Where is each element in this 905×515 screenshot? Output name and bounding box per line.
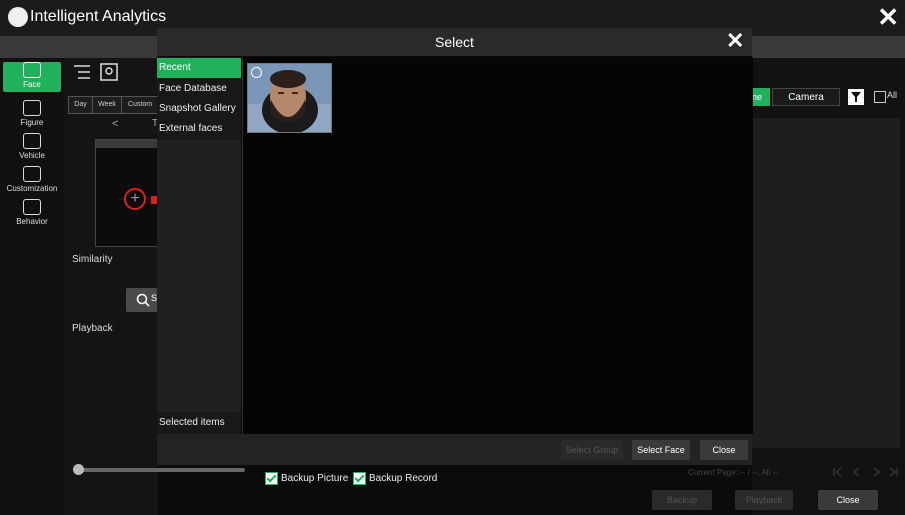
backup-picture-option[interactable]: Backup Picture [265,472,348,485]
nav-behavior[interactable]: Behavior [3,199,61,226]
prev-date-button[interactable]: < [112,118,118,130]
timeline-slider[interactable] [73,464,245,475]
nav-vehicle[interactable]: Vehicle [3,133,61,160]
similarity-label: Similarity [72,254,113,265]
dialog-close-btn[interactable]: Close [700,440,748,460]
nav-customization-label: Customization [6,184,58,193]
face-icon [23,62,41,78]
all-label: All [887,90,898,100]
side-item-external-faces[interactable]: External faces [157,119,241,139]
face-slot-header [96,140,158,148]
filter-button[interactable] [848,89,864,105]
backup-record-option[interactable]: Backup Record [353,472,437,485]
dialog-title: Select [435,34,474,50]
select-group-button[interactable]: Select Group [561,440,623,460]
selected-items-label: Selected items [159,417,225,428]
next-page-icon[interactable] [873,467,881,477]
side-item-snapshot-gallery[interactable]: Snapshot Gallery [157,99,241,119]
nav-figure[interactable]: Figure [3,100,61,127]
backup-button[interactable]: Backup [652,490,712,510]
search-button[interactable]: S [126,288,157,312]
side-item-recent[interactable]: Recent [157,58,241,78]
tab-day[interactable]: Day [68,96,93,114]
list-mode-icon[interactable] [74,65,90,79]
app-logo-icon [8,7,28,27]
left-nav: Face Figure Vehicle Customization Behavi… [0,58,64,515]
selected-list-area [157,140,241,412]
playback-label: Playback [72,323,113,334]
app-close-button[interactable]: ✕ [877,3,899,31]
backup-record-checkbox[interactable] [353,472,366,485]
filter-icon [851,92,861,102]
all-checkbox[interactable] [874,91,886,103]
vehicle-icon [23,133,41,149]
tab-camera[interactable]: Camera [772,88,840,106]
nav-customization[interactable]: Customization [3,166,61,193]
close-button[interactable]: Close [818,490,878,510]
nav-behavior-label: Behavior [16,217,48,226]
prev-page-icon[interactable] [852,467,860,477]
playback-button[interactable]: Playback [735,490,793,510]
nav-vehicle-label: Vehicle [19,151,45,160]
nav-figure-label: Figure [20,118,44,127]
side-item-face-database[interactable]: Face Database [157,79,241,99]
first-page-icon[interactable] [833,467,842,477]
backup-record-label: Backup Record [369,473,438,485]
backup-picture-label: Backup Picture [281,473,349,485]
face-thumbnail[interactable] [247,63,332,133]
search-panel [64,58,158,515]
dialog-close-button[interactable]: ✕ [726,28,744,54]
pagination-controls [833,467,898,477]
nav-face[interactable]: Face [3,62,61,92]
mode-icons [74,63,118,81]
search-icon [136,293,150,307]
tab-time[interactable]: ne [752,88,770,106]
tab-week[interactable]: Week [92,96,122,114]
last-page-icon[interactable] [889,467,898,477]
tab-custom[interactable]: Custom [121,96,159,114]
nav-face-label: Face [23,80,41,89]
select-face-button[interactable]: Select Face [632,440,690,460]
face-mode-icon[interactable] [100,63,118,81]
behavior-icon [23,199,41,215]
page-info: Current Page: -- / --, All -- [688,468,778,477]
results-area [752,118,900,448]
slider-handle[interactable] [73,464,84,475]
add-face-button[interactable]: + [124,188,146,210]
app-title: Intelligent Analytics [30,8,167,25]
figure-icon [23,100,41,116]
backup-picture-checkbox[interactable] [265,472,278,485]
customization-icon [23,166,41,182]
thumbnail-select-radio[interactable] [251,67,262,78]
